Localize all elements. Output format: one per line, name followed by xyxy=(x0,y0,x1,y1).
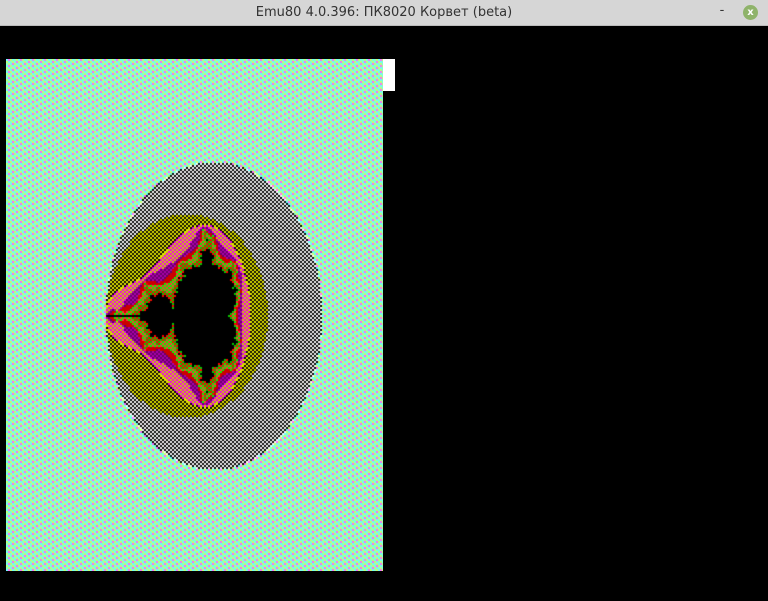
minimize-button[interactable]: - xyxy=(716,3,728,19)
mandelbrot-render xyxy=(6,59,383,571)
window-title: Emu80 4.0.396: ПК8020 Корвет (beta) xyxy=(255,5,513,20)
text-cursor xyxy=(383,59,395,91)
close-button[interactable]: x xyxy=(743,5,758,20)
title-bar: Emu80 4.0.396: ПК8020 Корвет (beta) - x xyxy=(0,0,768,26)
emulator-screen[interactable] xyxy=(0,26,768,601)
